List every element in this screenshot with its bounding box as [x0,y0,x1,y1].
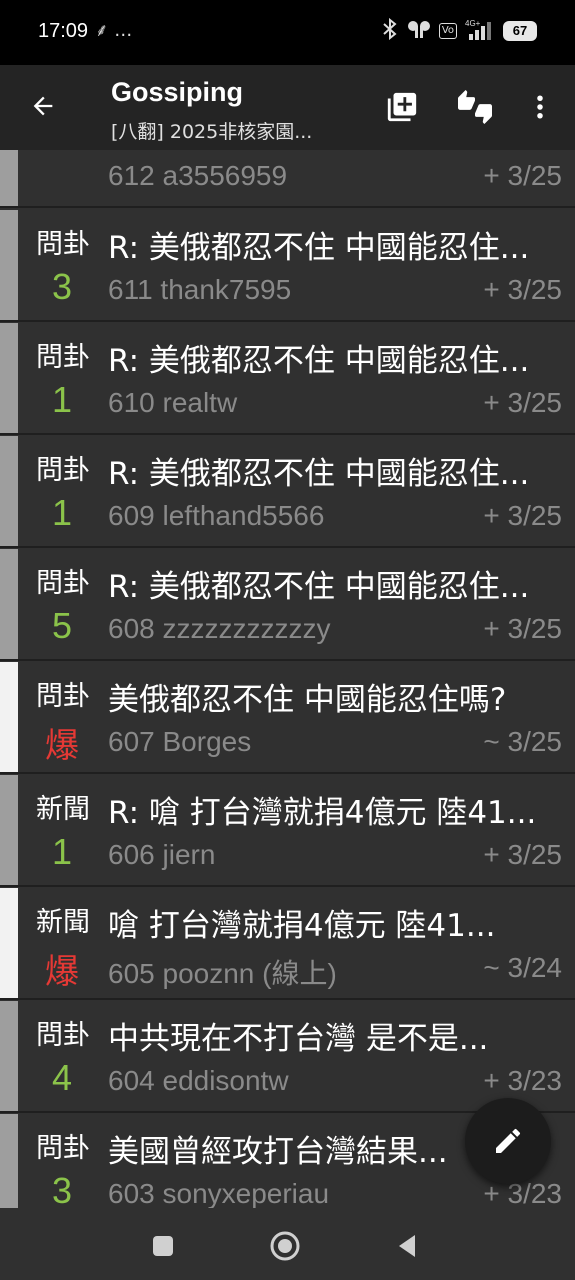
read-indicator [0,549,18,659]
post-date: + 3/25 [483,160,562,191]
board-title: Gossiping [111,77,244,107]
post-title: R: 美俄都忍不住 中國能忍住... [108,343,530,379]
post-row[interactable]: 問卦 爆 美俄都忍不住 中國能忍住嗎? 607 Borges ~ 3/25 [0,662,575,774]
post-row[interactable]: 新聞 1 R: 嗆 打台灣就捐4億元 陸41... 606 jiern + 3/… [0,775,575,887]
circle-icon [270,1231,300,1261]
post-title: 美俄都忍不住 中國能忍住嗎? [108,682,507,718]
system-nav-bar [0,1208,575,1280]
post-meta: 612 a3556959 [108,160,288,191]
push-count: 爆 [45,726,79,766]
read-indicator [0,150,18,206]
app-bar: Gossiping [八翻] 2025非核家園... [0,65,575,150]
read-indicator [0,1001,18,1111]
push-count: 1 [51,379,73,420]
post-title: R: 美俄都忍不住 中國能忍住... [108,456,530,492]
post-meta: 604 eddisontw [108,1065,289,1096]
push-count: 4 [51,1057,73,1098]
post-date: + 3/23 [483,1065,562,1096]
post-category: 問卦 [36,229,90,260]
post-date: + 3/25 [483,613,562,644]
push-count: 爆 [45,952,79,992]
post-category: 問卦 [36,1020,90,1051]
post-date: + 3/25 [483,274,562,305]
post-title: R: 美俄都忍不住 中國能忍住... [108,569,530,605]
recents-button[interactable] [143,1226,183,1266]
post-meta: 609 lefthand5566 [108,500,325,531]
status-right-icons: Vo 4G+ 67 [381,17,537,44]
post-meta: 610 realtw [108,387,238,418]
back-nav-button[interactable] [387,1226,427,1266]
push-count: 5 [51,605,73,646]
post-meta: 603 sonyxeperiau [108,1178,330,1208]
post-meta: 607 Borges [108,726,252,757]
post-row[interactable]: 問卦 5 R: 美俄都忍不住 中國能忍住... 608 zzzzzzzzzzzy… [0,549,575,661]
push-count: 1 [51,492,73,533]
volte-icon: Vo [438,23,457,39]
back-button[interactable] [22,85,64,127]
post-row[interactable]: 問卦 1 R: 美俄都忍不住 中國能忍住... 609 lefthand5566… [0,436,575,548]
earbuds-icon [407,18,431,44]
notification-icons: ⸙ … [95,20,133,41]
read-indicator [0,775,18,885]
status-time: 17:09 [38,20,89,42]
post-row[interactable]: 新聞 爆 嗆 打台灣就捐4億元 陸41... 605 pooznn (線上) ~… [0,888,575,1000]
post-meta: 605 pooznn (線上) [108,958,337,989]
thumbs-up-down-icon [458,90,492,124]
post-list[interactable]: 612 a3556959 + 3/25 問卦 3 R: 美俄都忍不住 中國能忍住… [0,150,575,1208]
push-count: 1 [51,831,73,872]
post-meta: 606 jiern [108,839,216,870]
post-meta: 608 zzzzzzzzzzzy [108,613,331,644]
new-post-list-button[interactable] [382,87,422,127]
status-bar: 17:09 ⸙ … Vo 4G+ 67 [0,0,575,65]
post-category: 問卦 [36,568,90,599]
square-icon [153,1236,173,1256]
post-date: + 3/23 [483,1178,562,1208]
svg-text:4G+: 4G+ [465,19,481,28]
edit-icon [496,1128,521,1153]
battery-icon: 67 [503,21,537,41]
post-date: ~ 3/25 [483,726,562,757]
read-indicator [0,436,18,546]
post-row[interactable]: 問卦 3 R: 美俄都忍不住 中國能忍住... 611 thank7595 + … [0,210,575,322]
signal-icon: 4G+ [465,18,495,44]
post-title: R: 美俄都忍不住 中國能忍住... [108,230,530,266]
post-row[interactable]: 問卦 1 R: 美俄都忍不住 中國能忍住... 610 realtw + 3/2… [0,323,575,435]
post-row[interactable]: 問卦 4 中共現在不打台灣 是不是... 604 eddisontw + 3/2… [0,1001,575,1113]
post-category: 問卦 [36,342,90,373]
add-box-icon [387,92,417,122]
post-meta: 611 thank7595 [108,274,292,305]
home-button[interactable] [265,1226,305,1266]
unread-indicator [0,888,18,998]
post-date: + 3/25 [483,500,562,531]
read-indicator [0,210,18,320]
post-title: R: 嗆 打台灣就捐4億元 陸41... [108,795,537,831]
post-title: 嗆 打台灣就捐4億元 陸41... [108,908,496,944]
board-subtitle: [八翻] 2025非核家園... [111,121,313,143]
push-count: 3 [51,1170,73,1208]
more-vert-icon [537,95,543,119]
read-indicator [0,1114,18,1208]
post-title: 中共現在不打台灣 是不是... [108,1021,489,1057]
post-category: 問卦 [36,455,90,486]
unread-indicator [0,662,18,772]
post-date: + 3/25 [483,387,562,418]
post-category: 問卦 [36,1133,90,1164]
post-category: 新聞 [36,794,90,825]
compose-button[interactable] [465,1098,551,1184]
bluetooth-icon [381,17,399,44]
post-date: ~ 3/24 [483,952,562,983]
more-options-button[interactable] [520,87,560,127]
post-row[interactable]: 612 a3556959 + 3/25 [0,150,575,208]
post-category: 問卦 [36,681,90,712]
triangle-back-icon [399,1235,415,1257]
post-date: + 3/25 [483,839,562,870]
post-category: 新聞 [36,907,90,938]
read-indicator [0,323,18,433]
push-filter-button[interactable] [455,87,495,127]
arrow-back-icon [33,96,53,116]
push-count: 3 [51,266,73,307]
